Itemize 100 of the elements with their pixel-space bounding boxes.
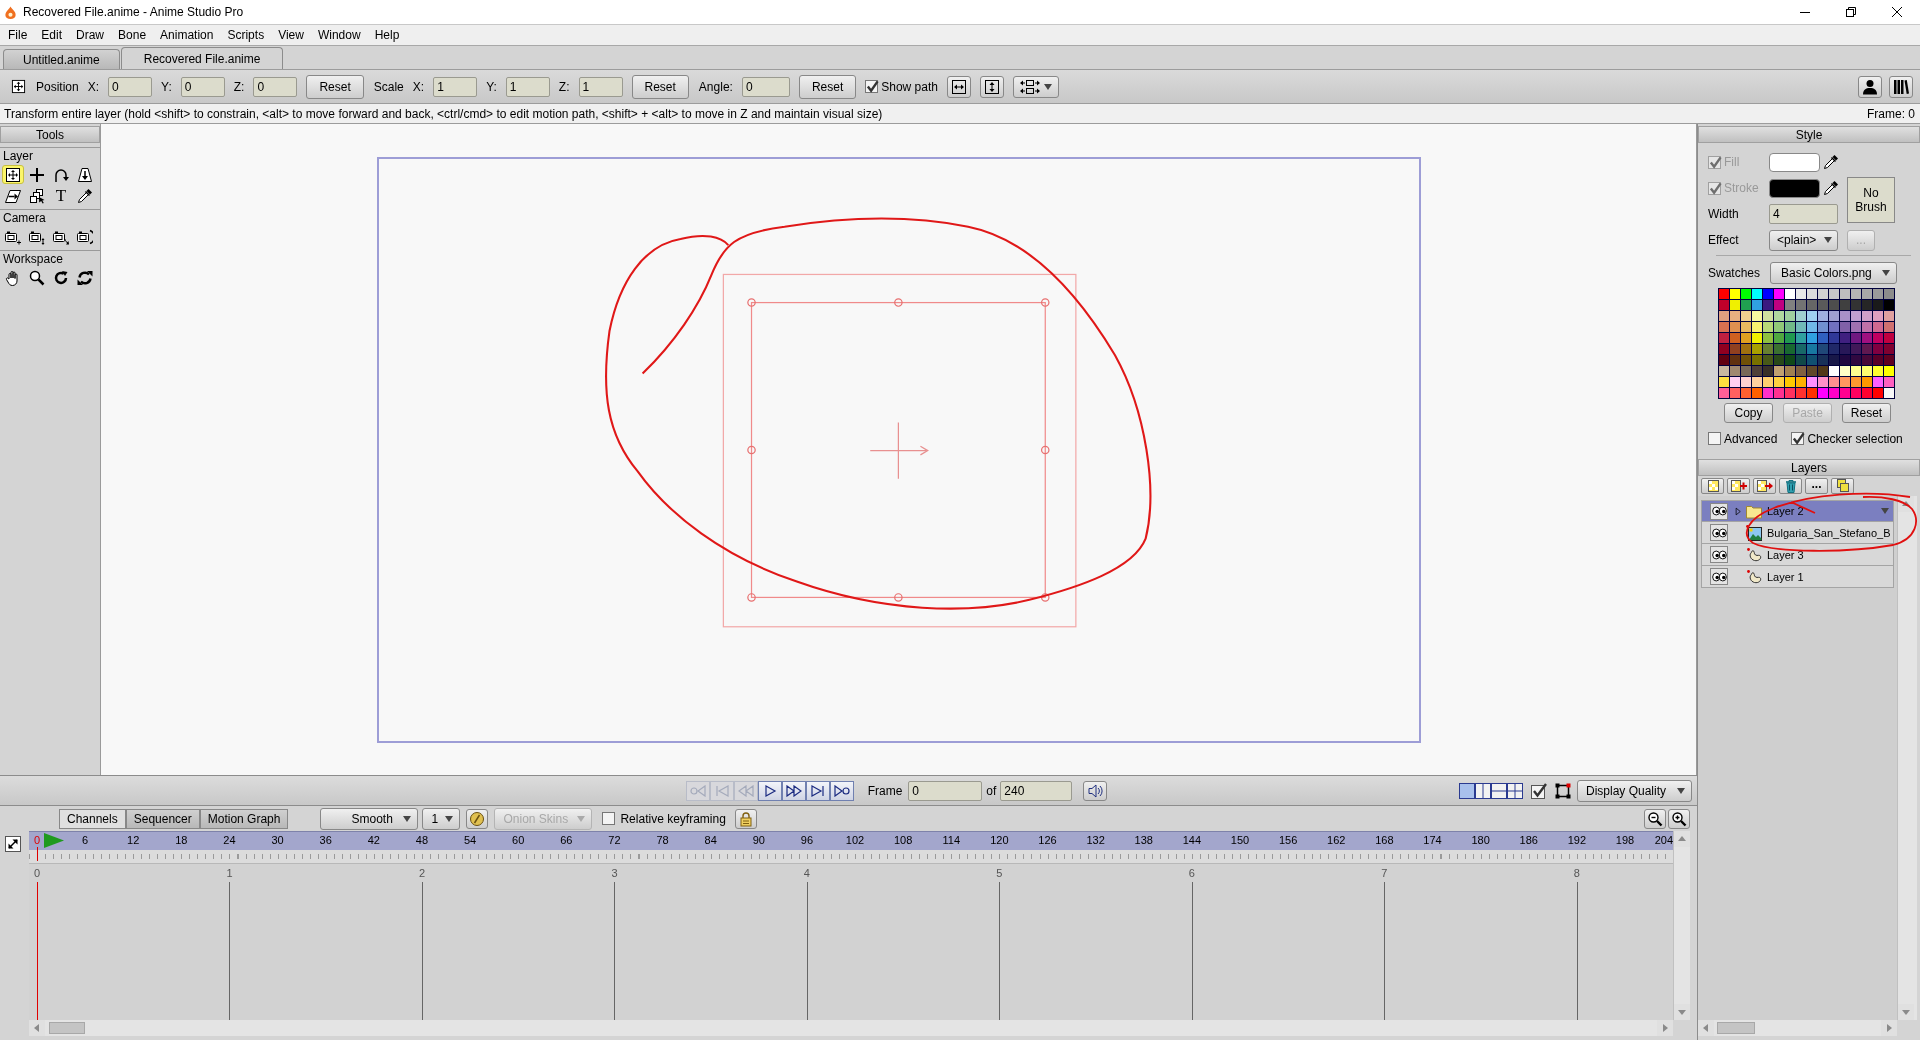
color-swatch[interactable] <box>1829 333 1839 343</box>
menu-item[interactable]: Help <box>367 28 407 42</box>
color-swatch[interactable] <box>1774 344 1784 354</box>
color-swatch[interactable] <box>1862 366 1872 376</box>
color-swatch[interactable] <box>1818 355 1828 365</box>
scrollbar-thumb[interactable] <box>1717 1022 1755 1034</box>
color-swatch[interactable] <box>1719 388 1729 398</box>
menu-item[interactable]: Window <box>310 28 368 42</box>
color-swatch[interactable] <box>1741 355 1751 365</box>
color-swatch[interactable] <box>1873 311 1883 321</box>
checkbox[interactable] <box>602 812 616 825</box>
color-swatch[interactable] <box>1752 333 1762 343</box>
icon-button[interactable] <box>1727 478 1750 494</box>
color-swatch[interactable] <box>1840 311 1850 321</box>
step-dropdown[interactable]: 1 <box>422 807 461 830</box>
horizontal-scrollbar[interactable] <box>29 1020 1673 1036</box>
color-swatch[interactable] <box>1796 366 1806 376</box>
menu-item[interactable]: View <box>271 28 311 42</box>
number-field[interactable]: 0 <box>180 76 225 97</box>
color-swatch[interactable] <box>1752 311 1762 321</box>
color-swatch[interactable] <box>1840 355 1850 365</box>
playback-button[interactable] <box>829 780 854 801</box>
color-swatch[interactable] <box>1796 311 1806 321</box>
color-swatch[interactable] <box>1752 322 1762 332</box>
color-swatch[interactable] <box>1884 377 1894 387</box>
color-swatch[interactable] <box>1829 366 1839 376</box>
menu-item[interactable]: File <box>1 28 35 42</box>
color-swatch[interactable] <box>1807 300 1817 310</box>
color-swatch[interactable] <box>1774 333 1784 343</box>
scroll-left-icon[interactable] <box>33 1024 41 1032</box>
color-swatch[interactable] <box>1741 377 1751 387</box>
color-swatch[interactable] <box>1818 322 1828 332</box>
color-swatch[interactable] <box>1840 333 1850 343</box>
color-swatch[interactable] <box>1829 388 1839 398</box>
color-swatch[interactable] <box>1796 300 1806 310</box>
color-swatch[interactable] <box>1763 300 1773 310</box>
color-swatch[interactable] <box>1873 366 1883 376</box>
color-swatch[interactable] <box>1785 333 1795 343</box>
checkbox[interactable] <box>1791 432 1805 445</box>
icon-button[interactable] <box>979 75 1004 98</box>
icon-button[interactable] <box>1831 478 1854 494</box>
color-swatch[interactable] <box>1862 289 1872 299</box>
two-pane-icon[interactable] <box>1475 782 1491 799</box>
color-swatch[interactable] <box>1873 388 1883 398</box>
color-swatch[interactable] <box>1741 311 1751 321</box>
color-swatch[interactable] <box>1807 377 1817 387</box>
color-swatch[interactable] <box>1873 333 1883 343</box>
color-swatch[interactable] <box>1785 311 1795 321</box>
color-swatch[interactable] <box>1774 355 1784 365</box>
menu-item[interactable]: Draw <box>69 28 112 42</box>
brush-button[interactable]: No Brush <box>1847 177 1895 223</box>
color-swatch[interactable] <box>1873 300 1883 310</box>
color-swatch[interactable] <box>1851 388 1861 398</box>
color-swatch[interactable] <box>1829 322 1839 332</box>
menu-item[interactable]: Animation <box>153 28 221 42</box>
color-swatch[interactable] <box>1807 289 1817 299</box>
color-swatch[interactable] <box>1884 322 1894 332</box>
color-swatch[interactable] <box>1796 322 1806 332</box>
color-swatch[interactable] <box>1840 344 1850 354</box>
vertical-scrollbar[interactable] <box>1673 831 1690 1020</box>
four-pane-icon[interactable] <box>1507 782 1523 799</box>
color-swatch[interactable] <box>1730 289 1740 299</box>
color-swatch[interactable] <box>1851 322 1861 332</box>
color-swatch[interactable] <box>1774 366 1784 376</box>
number-field[interactable]: 0 <box>108 76 153 97</box>
icon-button[interactable] <box>1889 75 1913 98</box>
color-swatch[interactable] <box>1719 366 1729 376</box>
color-swatch[interactable] <box>1774 311 1784 321</box>
checkbox[interactable] <box>865 80 879 93</box>
color-swatch[interactable] <box>1873 344 1883 354</box>
color-swatch[interactable] <box>1774 322 1784 332</box>
color-swatch[interactable] <box>1774 388 1784 398</box>
color-swatch[interactable] <box>1862 388 1872 398</box>
color-swatch[interactable] <box>1862 377 1872 387</box>
more-button[interactable]: ... <box>1805 478 1828 494</box>
color-swatch[interactable] <box>1807 366 1817 376</box>
color-swatch[interactable] <box>1774 300 1784 310</box>
color-swatch[interactable] <box>1719 322 1729 332</box>
playback-button[interactable] <box>805 780 830 801</box>
color-swatch[interactable] <box>1884 300 1894 310</box>
color-swatch[interactable] <box>1752 366 1762 376</box>
document-tab[interactable]: Untitled.anime <box>3 49 120 69</box>
color-swatch[interactable] <box>1763 355 1773 365</box>
color-swatch[interactable] <box>1829 355 1839 365</box>
scrollbar-thumb[interactable] <box>49 1022 85 1034</box>
color-swatch[interactable] <box>1862 344 1872 354</box>
color-swatch[interactable] <box>1774 289 1784 299</box>
color-swatch[interactable] <box>1807 333 1817 343</box>
icon-button[interactable] <box>1779 478 1802 494</box>
color-swatch[interactable] <box>1785 366 1795 376</box>
icon-button[interactable] <box>1668 808 1690 829</box>
eyedropper-icon[interactable] <box>1823 154 1839 170</box>
visibility-toggle[interactable] <box>1710 568 1728 585</box>
color-swatch[interactable] <box>1785 322 1795 332</box>
color-swatch[interactable] <box>1862 333 1872 343</box>
color-swatch[interactable] <box>1785 377 1795 387</box>
color-swatch[interactable] <box>1851 289 1861 299</box>
color-swatch[interactable] <box>1807 322 1817 332</box>
color-swatch[interactable] <box>1807 344 1817 354</box>
color-swatch[interactable] <box>1840 289 1850 299</box>
